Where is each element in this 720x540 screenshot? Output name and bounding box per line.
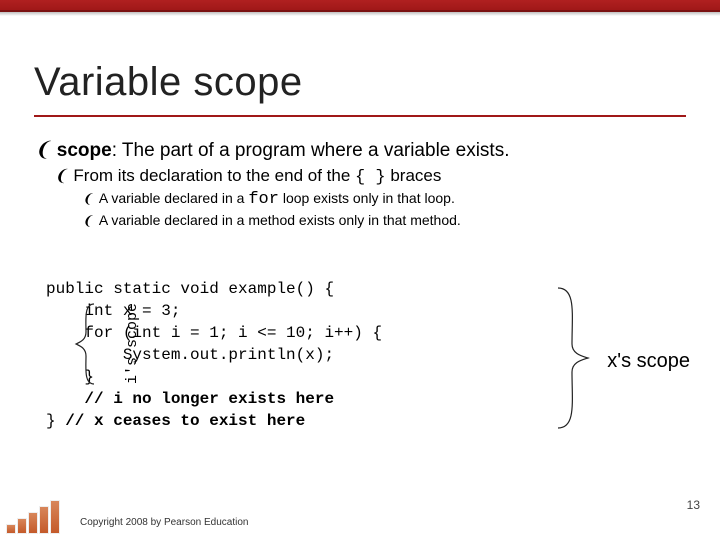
- bullet-for-loop: ❨ A variable declared in a for loop exis…: [82, 190, 686, 209]
- bullet-icon: ❨: [82, 192, 93, 205]
- bullet-text: From its declaration to the end of the {…: [73, 166, 441, 187]
- x-scope-label: x's scope: [607, 350, 690, 373]
- slide-title: Variable scope: [34, 60, 303, 105]
- page-number: 13: [687, 498, 700, 512]
- bullet-icon: ❨: [34, 140, 51, 160]
- i-scope-label: i's scope: [124, 303, 141, 384]
- brace-right-icon: [552, 284, 592, 432]
- bullet-method: ❨ A variable declared in a method exists…: [82, 212, 686, 228]
- bullet-text: A variable declared in a for loop exists…: [99, 190, 455, 209]
- bullet-icon: ❨: [82, 214, 93, 227]
- copyright-text: Copyright 2008 by Pearson Education: [80, 517, 248, 528]
- slide-top-bar: [0, 0, 720, 12]
- bullet-scope-def: ❨ scope: The part of a program where a v…: [34, 140, 686, 162]
- bullet-icon: ❨: [54, 169, 67, 185]
- term-scope: scope: [57, 140, 112, 161]
- bullet-text: scope: The part of a program where a var…: [57, 140, 510, 162]
- corner-deco-icon: [6, 498, 66, 534]
- bullet-from-decl: ❨ From its declaration to the end of the…: [54, 166, 686, 187]
- content-area: ❨ scope: The part of a program where a v…: [34, 140, 686, 228]
- brace-left-icon: [72, 302, 100, 386]
- title-underline: [34, 115, 686, 117]
- bullet-text: A variable declared in a method exists o…: [99, 212, 461, 228]
